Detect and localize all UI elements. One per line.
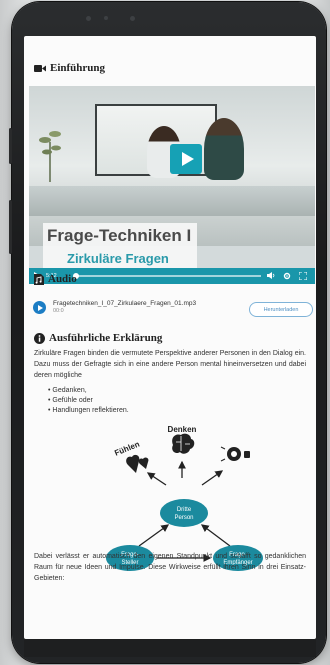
camera-icon <box>130 16 135 21</box>
node-third-label-1: Dritte <box>177 507 192 513</box>
list-item: Handlungen reflektieren. <box>48 406 128 416</box>
node-third-label-2: Person <box>174 515 193 521</box>
arrow-asker-to-third <box>138 524 170 547</box>
info-icon <box>34 332 45 344</box>
arrow-to-act <box>201 470 224 486</box>
play-icon <box>181 152 194 166</box>
hearts-icon <box>126 454 149 473</box>
download-button[interactable]: Herunterladen <box>249 302 313 317</box>
audio-title-text: Audio <box>48 273 77 285</box>
volume-button <box>9 128 12 164</box>
explanation-bullet-list: Gedanken, Gefühle oder Handlungen reflek… <box>48 386 129 416</box>
intro-title-text: Einführung <box>50 62 106 74</box>
person-right-image <box>204 118 244 180</box>
intro-section-title: Einführung <box>34 62 105 74</box>
label-feel: Fühlen <box>113 440 141 458</box>
brain-icon <box>172 433 195 454</box>
sensor-icon <box>104 16 108 20</box>
audio-duration: 00:0 <box>53 308 64 314</box>
video-play-button[interactable] <box>170 144 202 174</box>
explanation-section-title: Ausführliche Erklärung <box>34 332 162 344</box>
node-third-person <box>160 499 208 527</box>
explanation-paragraph-1: Zirkuläre Fragen binden die vermutete Pe… <box>34 350 306 379</box>
volume-icon[interactable] <box>267 272 276 281</box>
audio-play-button[interactable] <box>33 301 46 314</box>
video-progress-bar[interactable] <box>73 273 261 279</box>
video-camera-icon <box>34 64 46 72</box>
video-player[interactable]: Frage-Techniken I Zirkuläre Fragen 5:12 <box>29 86 315 284</box>
audio-section-title: Audio <box>34 273 77 285</box>
sensor-icon <box>86 16 91 21</box>
audio-file-name: Fragetechniken_I_07_Zirkulaere_Fragen_01… <box>53 300 197 307</box>
fullscreen-icon[interactable] <box>298 271 308 282</box>
audio-file-icon <box>34 273 44 285</box>
list-item: Gefühle oder <box>48 396 129 406</box>
explanation-paragraph-2: Dabei verlässt er automatisch den eigene… <box>34 553 306 582</box>
plant-image <box>39 131 61 182</box>
phone-bottom-bezel <box>24 639 316 657</box>
action-icon <box>220 446 250 462</box>
video-subtitle: Zirkuläre Fragen <box>67 251 169 266</box>
list-item: Gedanken, <box>48 386 129 396</box>
arrow-to-feel <box>146 472 167 486</box>
label-think: Denken <box>168 425 197 434</box>
settings-icon[interactable] <box>283 272 291 282</box>
arrow-receiver-to-third <box>200 524 231 547</box>
audio-player: Fragetechniken_I_07_Zirkulaere_Fragen_01… <box>33 298 313 324</box>
play-icon <box>37 304 43 311</box>
app-screen: Einführung Frage-Techniken I Zirkuläre F… <box>24 36 316 639</box>
side-button <box>9 200 12 254</box>
explanation-title-text: Ausführliche Erklärung <box>49 332 163 344</box>
video-title: Frage-Techniken I <box>47 226 192 245</box>
video-floor <box>29 186 315 216</box>
